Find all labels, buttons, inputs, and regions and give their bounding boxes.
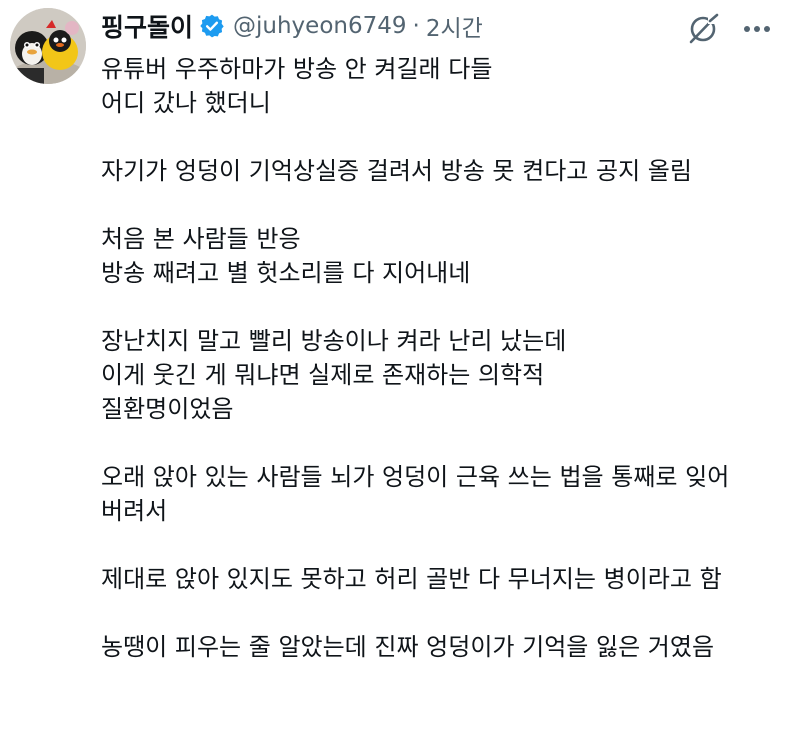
- tweet-text-line: 오래 앉아 있는 사람들 뇌가 엉덩이 근육 쓰는 법을 통째로 잊어: [101, 463, 730, 491]
- more-icon[interactable]: [740, 14, 774, 44]
- tweet-timestamp[interactable]: 2시간: [426, 9, 483, 43]
- tweet-text-line: 제대로 앉아 있지도 못하고 허리 골반 다 무너지는 병이라고 함: [101, 565, 722, 593]
- tweet-text-line: 자기가 엉덩이 기억상실증 걸려서 방송 못 켠다고 공지 올림: [101, 157, 692, 185]
- tweet-text-line: 어디 갔나 했더니: [101, 89, 271, 117]
- tweet-text-line: 방송 째려고 별 헛소리를 다 지어내네: [101, 259, 471, 287]
- author-handle[interactable]: @juhyeon6749: [233, 13, 407, 39]
- tweet-text-line: 처음 본 사람들 반응: [101, 225, 301, 253]
- grok-icon[interactable]: [686, 12, 720, 46]
- tweet-text-line: 질환명이었음: [101, 395, 234, 423]
- separator-dot: ·: [412, 13, 420, 39]
- author-display-name[interactable]: 핑구돌이: [101, 8, 193, 44]
- tweet[interactable]: 핑구돌이 @juhyeon6749 · 2시간 유튜버 우주하마가 방송 안 켜…: [0, 0, 798, 742]
- tweet-text-line: 농땡이 피우는 줄 알았는데 진짜 엉덩이가 기억을 잃은 거였음: [101, 633, 715, 661]
- tweet-body: 유튜버 우주하마가 방송 안 켜길래 다들 어디 갔나 했더니 자기가 엉덩이 …: [101, 52, 791, 664]
- tweet-text-line: 장난치지 말고 빨리 방송이나 켜라 난리 났는데: [101, 327, 567, 355]
- verified-badge-icon: [199, 13, 225, 39]
- tweet-text-line: 이게 웃긴 게 뭐냐면 실제로 존재하는 의학적: [101, 361, 545, 389]
- tweet-text-line: 버려서: [101, 497, 168, 525]
- tweet-header: 핑구돌이 @juhyeon6749 · 2시간: [101, 6, 483, 46]
- tweet-text-line: 유튜버 우주하마가 방송 안 켜길래 다들: [101, 55, 493, 83]
- avatar[interactable]: [10, 8, 86, 84]
